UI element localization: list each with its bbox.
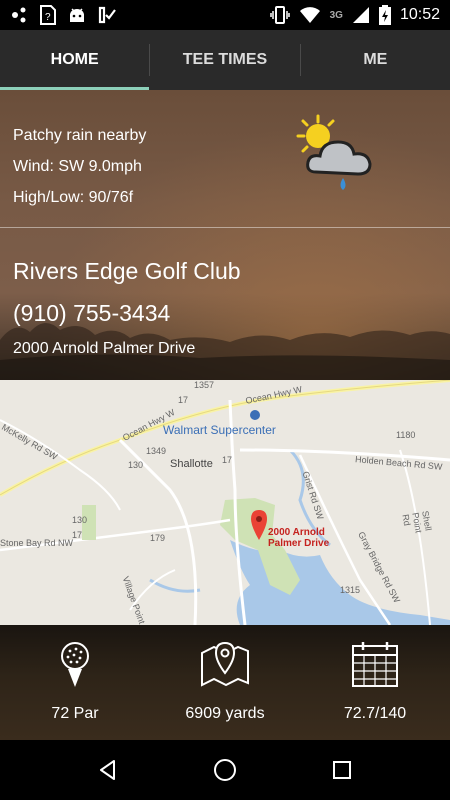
- tab-home[interactable]: HOME: [0, 30, 150, 90]
- tab-home-label: HOME: [50, 51, 99, 68]
- route-number: 17: [178, 395, 189, 405]
- weather-info: Patchy rain nearby Wind: SW 9.0mph High/…: [13, 120, 146, 213]
- notification-dots-icon: [12, 7, 26, 23]
- map-roads: [0, 380, 450, 625]
- route-number: 17: [72, 530, 83, 540]
- back-icon: [100, 760, 116, 780]
- signal-icon: [352, 7, 369, 23]
- route-number: 17: [222, 455, 233, 465]
- system-nav-bar: [0, 740, 450, 800]
- weather-condition: Patchy rain nearby: [13, 127, 147, 144]
- course-hero: Patchy rain nearby Wind: SW 9.0mph High/…: [0, 90, 450, 380]
- route-number: 1180: [396, 430, 416, 440]
- back-button[interactable]: [93, 755, 123, 785]
- stat-yards: 6909 yards: [150, 625, 300, 740]
- map-pin-label-line1: 2000 Arnold: [268, 527, 325, 538]
- stat-yards-value: 6909 yards: [185, 705, 265, 722]
- hero-divider: [0, 227, 450, 228]
- route-number: 1315: [340, 585, 361, 595]
- place-shallotte: Shallotte: [170, 458, 213, 470]
- sim-card-icon: ?: [40, 5, 56, 25]
- home-icon: [213, 759, 236, 781]
- golf-ball-icon: [61, 642, 89, 687]
- calendar-icon: [352, 642, 398, 687]
- tab-me[interactable]: ME: [301, 30, 450, 90]
- tab-bar: HOME TEE TIMES ME: [0, 30, 450, 90]
- wifi-icon: [299, 7, 320, 23]
- status-bar: ? 3G 10:52: [0, 0, 450, 30]
- clock: 10:52: [399, 6, 440, 23]
- vibrate-icon: [269, 6, 290, 24]
- map-pin-label-line2: Palmer Drive: [268, 538, 330, 549]
- route-number: 179: [150, 533, 166, 543]
- course-stats: 72 Par 6909 yards 72.7/140: [0, 625, 450, 740]
- tab-me-label: ME: [363, 51, 388, 68]
- tab-tee-times-label: TEE TIMES: [182, 51, 268, 68]
- map-pin-icon: [201, 641, 249, 687]
- route-number: 130: [128, 460, 144, 470]
- map-pin-label: 2000 Arnold Palmer Drive: [268, 527, 329, 549]
- tab-tee-times[interactable]: TEE TIMES: [150, 30, 299, 90]
- check-list-icon: [98, 6, 116, 24]
- svg-text:?: ?: [45, 12, 51, 23]
- weather-wind: Wind: SW 9.0mph: [13, 158, 142, 175]
- stat-par-value: 72 Par: [51, 705, 99, 722]
- stat-par: 72 Par: [0, 625, 150, 740]
- route-number: 130: [72, 515, 88, 525]
- recents-button[interactable]: [327, 755, 357, 785]
- route-number: 1349: [146, 446, 167, 456]
- road-stone-bay-label: Stone Bay Rd NW: [0, 538, 74, 548]
- weather-high-low: High/Low: 90/76f: [13, 189, 134, 206]
- sun-cloud-rain-icon: [296, 114, 372, 190]
- home-button[interactable]: [210, 755, 240, 785]
- battery-charging-icon: [378, 5, 391, 25]
- stat-rating: 72.7/140: [300, 625, 450, 740]
- android-icon: [70, 8, 84, 22]
- club-address: 2000 Arnold Palmer Drive: [13, 340, 196, 357]
- place-walmart: Walmart Supercenter: [163, 423, 276, 437]
- recents-icon: [332, 761, 351, 779]
- club-name: Rivers Edge Golf Club: [13, 258, 241, 284]
- network-type: 3G: [329, 9, 343, 21]
- stat-rating-value: 72.7/140: [343, 705, 407, 722]
- club-phone-link[interactable]: (910) 755-3434: [13, 300, 170, 327]
- route-number: 1357: [194, 380, 215, 390]
- course-map[interactable]: Walmart Supercenter Shallotte Ocean Hwy …: [0, 380, 450, 625]
